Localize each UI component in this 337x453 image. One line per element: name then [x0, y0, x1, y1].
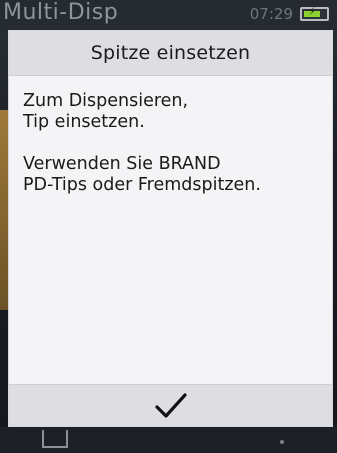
message-paragraph: Verwenden Sie BRAND PD-Tips oder Fremdsp…: [23, 154, 323, 196]
dialog-title: Spitze einsetzen: [90, 42, 251, 64]
battery-charging-icon: ⚡: [300, 5, 329, 21]
dialog: Spitze einsetzen Zum Dispensieren, Tip e…: [8, 30, 333, 427]
status-bar: Multi-Disp 07:29 ⚡: [0, 0, 337, 30]
message-line: Verwenden Sie BRAND: [23, 154, 221, 174]
bolt-icon: ⚡: [308, 5, 316, 18]
checkmark-icon: [154, 392, 187, 418]
device-screen: Multi-Disp 07:29 ⚡ Spitze einsetzen Zum …: [0, 0, 337, 453]
dialog-header: Spitze einsetzen: [9, 31, 332, 76]
background-accent: [0, 110, 8, 310]
message-line: Tip einsetzen.: [23, 112, 145, 132]
menu-dot-icon: [280, 440, 284, 444]
app-title: Multi-Disp: [3, 0, 119, 25]
message-paragraph: Zum Dispensieren, Tip einsetzen.: [23, 91, 323, 133]
message-line: PD-Tips oder Fremdspitzen.: [23, 175, 261, 195]
message-line: Zum Dispensieren,: [23, 91, 189, 111]
home-icon: [42, 430, 68, 448]
dialog-message: Zum Dispensieren, Tip einsetzen. Verwend…: [23, 91, 323, 217]
clock: 07:29: [249, 5, 293, 23]
confirm-button[interactable]: [9, 384, 332, 426]
